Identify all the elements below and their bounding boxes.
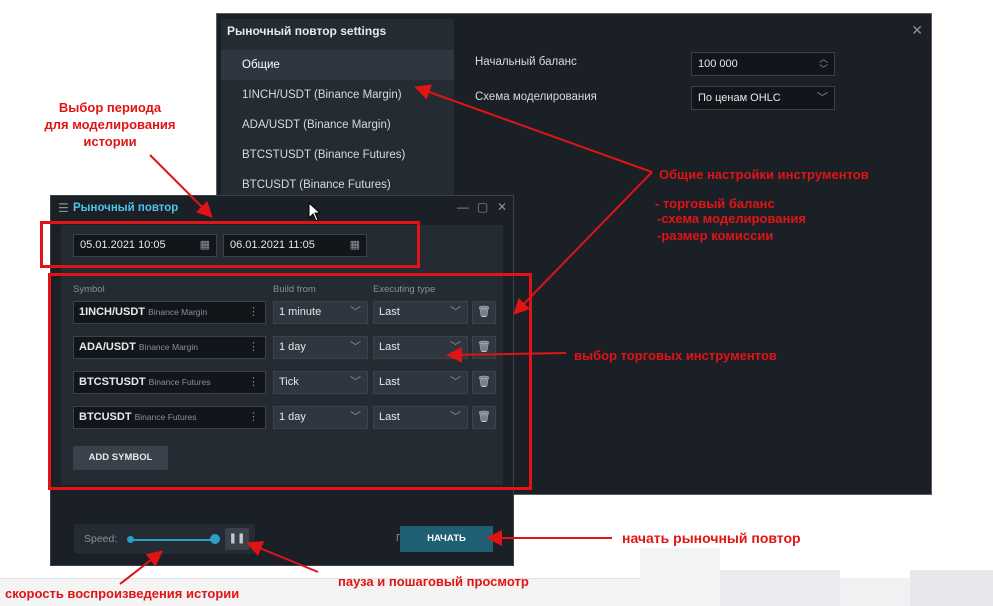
arrow-to-exec-select [446, 346, 567, 363]
annotation-arrows [119, 84, 653, 585]
arrow-to-speed-slider [119, 550, 164, 585]
arrow-to-pause-button [246, 541, 319, 573]
arrow-to-period [149, 154, 213, 218]
arrow-to-settings-sidebar [414, 84, 653, 173]
arrow-to-instruments-box [513, 171, 653, 315]
